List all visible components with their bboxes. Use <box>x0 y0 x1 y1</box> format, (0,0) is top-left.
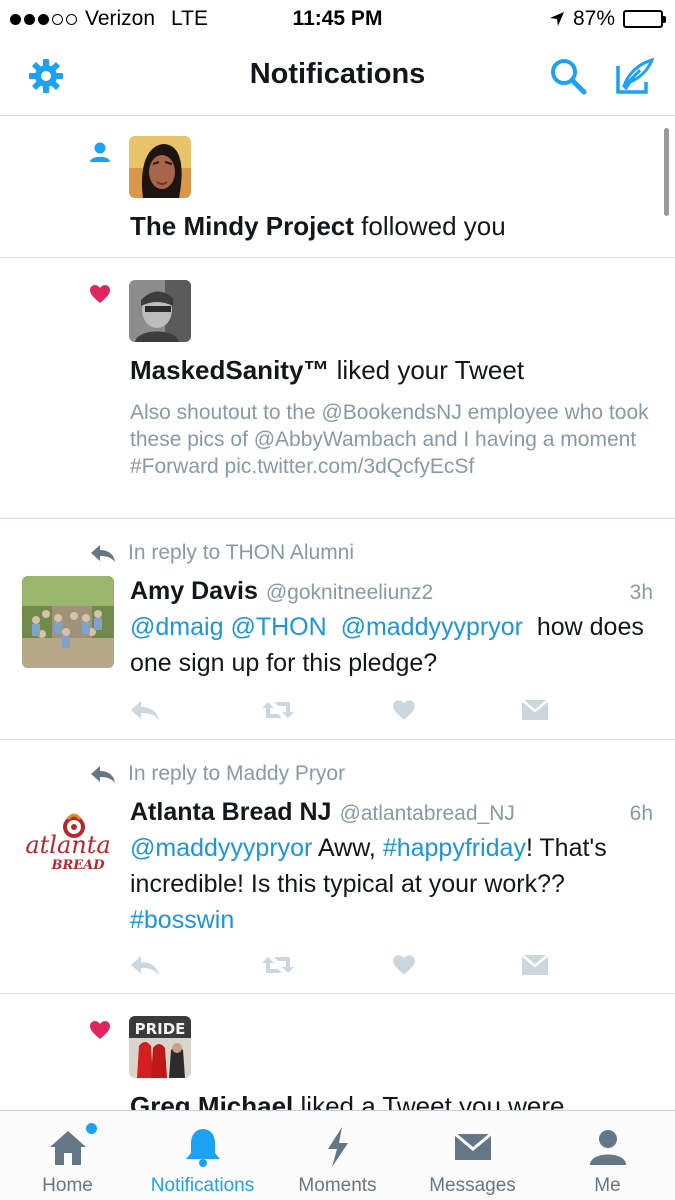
avatar[interactable]: atlanta BREAD <box>22 797 114 889</box>
author-name[interactable]: Atlanta Bread NJ <box>130 798 331 827</box>
retweet-icon <box>262 957 294 973</box>
logo-subtext: BREAD <box>50 858 105 873</box>
author-name[interactable]: Amy Davis <box>130 577 258 606</box>
tab-messages[interactable]: Messages <box>405 1111 540 1200</box>
reply-to-text[interactable]: In reply to THON Alumni <box>128 541 354 565</box>
heart-icon <box>90 285 110 303</box>
scrollbar[interactable] <box>664 128 669 216</box>
tab-bar: Home Notifications Moments Messages Me <box>0 1110 675 1200</box>
direct-message-button[interactable] <box>520 695 650 725</box>
compose-icon[interactable] <box>614 56 654 96</box>
navigation-bar: Notifications <box>0 38 675 116</box>
notification-text: Greg Michael liked a Tweet you were <box>130 1091 565 1110</box>
avatar-text: PRIDE <box>135 1020 186 1038</box>
author-handle[interactable]: @goknitneeliunz2 <box>266 581 433 605</box>
retweet-button[interactable] <box>260 695 390 725</box>
new-content-badge <box>86 1123 97 1134</box>
tab-moments[interactable]: Moments <box>270 1111 405 1200</box>
heart-icon <box>393 700 415 720</box>
tweet-timestamp: 3h <box>629 581 653 604</box>
tab-notifications[interactable]: Notifications <box>135 1111 270 1200</box>
lightning-icon <box>327 1127 348 1167</box>
battery-percent: 87% <box>572 7 615 30</box>
notification-item-like[interactable]: MaskedSanity™ liked your Tweet Also shou… <box>0 258 675 519</box>
avatar[interactable] <box>22 576 114 668</box>
tab-label: Notifications <box>150 1175 255 1196</box>
notification-item-reply[interactable]: In reply to Maddy Pryor atlanta BREAD At… <box>0 740 675 994</box>
reply-context: In reply to THON Alumni <box>90 541 354 565</box>
logo-text: atlanta <box>25 831 110 859</box>
tab-label: Messages <box>429 1175 516 1196</box>
bell-icon <box>185 1129 220 1167</box>
notification-text: The Mindy Project followed you <box>130 211 506 242</box>
search-icon[interactable] <box>548 56 588 96</box>
avatar[interactable] <box>129 136 191 198</box>
person-icon <box>90 142 110 162</box>
reply-arrow-icon <box>91 766 115 783</box>
hashtag-link[interactable]: #happyfriday <box>383 834 526 862</box>
person-icon <box>589 1130 626 1165</box>
avatar[interactable] <box>129 280 191 342</box>
like-button[interactable] <box>390 950 520 980</box>
battery-icon <box>623 10 666 28</box>
tweet-text[interactable]: @dmaig @THON @maddyyypryor how does one … <box>130 609 650 681</box>
actor-name[interactable]: MaskedSanity™ <box>130 355 329 385</box>
like-button[interactable] <box>390 695 520 725</box>
notification-item-reply[interactable]: In reply to THON Alumni Amy Davis @gokni… <box>0 519 675 740</box>
reply-to-text[interactable]: In reply to Maddy Pryor <box>128 762 345 786</box>
mention-link[interactable]: @THON <box>230 613 326 641</box>
tab-home[interactable]: Home <box>0 1111 135 1200</box>
envelope-icon <box>521 699 549 720</box>
tab-label: Me <box>594 1175 621 1196</box>
tweet-actions <box>130 950 650 980</box>
location-arrow-icon <box>549 12 564 26</box>
reply-context: In reply to Maddy Pryor <box>90 762 345 786</box>
notifications-list[interactable]: The Mindy Project followed you MaskedSan… <box>0 116 675 1110</box>
tweet-actions <box>130 695 650 725</box>
tweet-header: Amy Davis @goknitneeliunz2 3h <box>130 577 653 606</box>
tweet-text[interactable]: @maddyyypryor Aww, #happyfriday! That's … <box>130 830 650 938</box>
status-bar: Verizon LTE 11:45 PM 87% <box>0 0 675 38</box>
heart-icon <box>393 955 415 975</box>
avatar[interactable]: PRIDE <box>129 1016 191 1078</box>
tab-label: Home <box>42 1175 93 1196</box>
tab-label: Moments <box>298 1175 377 1196</box>
reply-button[interactable] <box>130 695 260 725</box>
notification-action: liked your Tweet <box>336 355 525 385</box>
retweet-button[interactable] <box>260 950 390 980</box>
tweet-header: Atlanta Bread NJ @atlantabread_NJ 6h <box>130 798 653 827</box>
direct-message-button[interactable] <box>520 950 650 980</box>
notification-item-like[interactable]: PRIDE Greg Michael liked a Tweet you wer… <box>0 994 675 1110</box>
hashtag-link[interactable]: #bosswin <box>130 906 234 934</box>
tweet-timestamp: 6h <box>629 802 653 825</box>
actor-name[interactable]: The Mindy Project <box>130 211 354 241</box>
envelope-icon <box>453 1132 492 1160</box>
mention-link[interactable]: @dmaig <box>130 613 223 641</box>
tab-me[interactable]: Me <box>540 1111 675 1200</box>
actor-name[interactable]: Greg Michael <box>130 1091 293 1110</box>
author-handle[interactable]: @atlantabread_NJ <box>339 802 514 826</box>
notification-item-follow[interactable]: The Mindy Project followed you <box>0 116 675 258</box>
reply-button[interactable] <box>130 950 260 980</box>
mention-link[interactable]: @maddyyypryor <box>341 613 523 641</box>
reply-arrow-icon <box>91 545 115 562</box>
liked-tweet-text[interactable]: Also shoutout to the @BookendsNJ employe… <box>130 399 650 480</box>
reply-icon <box>131 956 159 975</box>
home-icon <box>49 1131 86 1165</box>
envelope-icon <box>521 954 549 975</box>
tweet-body: Aww, <box>317 834 376 862</box>
notification-action: liked a Tweet you were <box>300 1091 565 1110</box>
mention-link[interactable]: @maddyyypryor <box>130 834 312 862</box>
retweet-icon <box>262 702 294 718</box>
notification-action: followed you <box>361 211 506 241</box>
heart-icon <box>90 1021 110 1039</box>
notification-text: MaskedSanity™ liked your Tweet <box>130 355 524 386</box>
battery-area: 87% <box>549 7 666 31</box>
reply-icon <box>131 701 159 720</box>
